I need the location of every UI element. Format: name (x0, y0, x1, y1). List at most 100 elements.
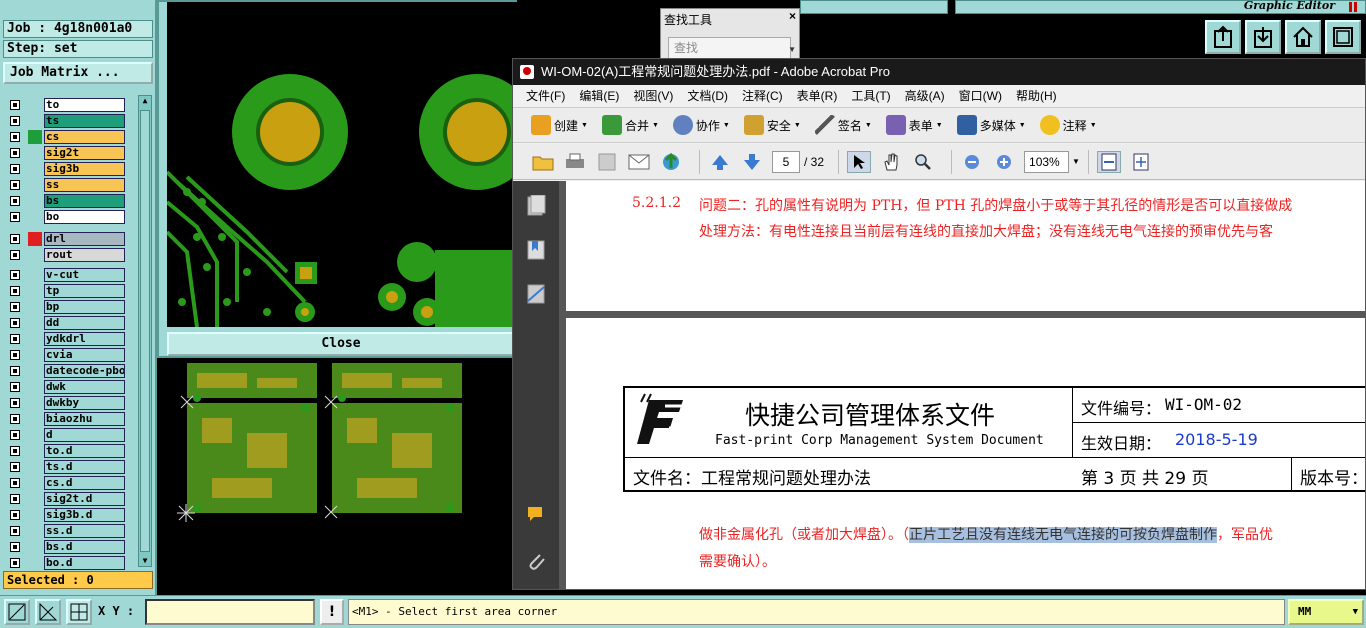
layer-name[interactable]: v-cut (44, 267, 125, 282)
layer-checkbox[interactable] (10, 285, 20, 296)
step-field[interactable]: Step: set (3, 40, 153, 58)
layer-checkbox[interactable] (10, 147, 20, 158)
layer-row-ts[interactable]: ts (5, 113, 125, 128)
zoom-tool-icon[interactable] (911, 151, 935, 173)
upload-web-icon[interactable] (659, 151, 683, 173)
board-panel-view[interactable] (157, 358, 517, 595)
layer-row-sig3b.d[interactable]: sig3b.d (5, 507, 125, 522)
menu-item-3[interactable]: 文档(D) (687, 85, 728, 107)
layer-name[interactable]: dwk (44, 379, 125, 394)
zoom-dropdown-icon[interactable]: ▼ (1072, 157, 1080, 166)
layer-name[interactable]: dwkby (44, 395, 125, 410)
layer-name[interactable]: ts (44, 113, 125, 128)
layer-name[interactable]: sig2t (44, 145, 125, 160)
layer-name[interactable]: bo.d (44, 555, 125, 570)
layer-row-sig3b[interactable]: sig3b (5, 161, 125, 176)
layer-name[interactable]: ss (44, 177, 125, 192)
menu-item-9[interactable]: 帮助(H) (1016, 85, 1057, 107)
secure-button[interactable]: 安全 ▼ (743, 115, 801, 135)
select-tool-icon[interactable] (847, 150, 872, 173)
layer-checkbox[interactable] (10, 131, 20, 142)
layer-name[interactable]: bs.d (44, 539, 125, 554)
layer-row-dwkby[interactable]: dwkby (5, 395, 125, 410)
layer-checkbox[interactable] (10, 397, 20, 408)
find-dropdown-icon[interactable]: ▼ (788, 45, 796, 54)
download-icon[interactable] (1245, 20, 1281, 54)
layer-name[interactable]: sig2t.d (44, 491, 125, 506)
zoom-out-icon[interactable] (960, 151, 984, 173)
menu-item-6[interactable]: 工具(T) (851, 85, 890, 107)
layer-row-dwk[interactable]: dwk (5, 379, 125, 394)
job-field[interactable]: Job : 4g18n001a0 (3, 20, 153, 38)
pause-icon[interactable] (1349, 2, 1357, 12)
layer-row-d[interactable]: d (5, 427, 125, 442)
layer-checkbox[interactable] (10, 349, 20, 360)
close-button[interactable]: Close (167, 332, 515, 356)
menu-item-7[interactable]: 高级(A) (905, 85, 945, 107)
layer-row-cvia[interactable]: cvia (5, 347, 125, 362)
layer-name[interactable]: to (44, 97, 125, 112)
forms-button[interactable]: 表单 ▼ (885, 115, 943, 135)
zoom-in-icon[interactable] (992, 151, 1016, 173)
snap-grid-icon[interactable] (66, 599, 92, 625)
scroll-thumb[interactable] (140, 110, 150, 552)
layer-row-ss.d[interactable]: ss.d (5, 523, 125, 538)
layer-name[interactable]: rout (44, 247, 125, 262)
layer-row-cs[interactable]: cs (5, 129, 125, 144)
layer-name[interactable]: bs (44, 193, 125, 208)
layer-checkbox[interactable] (10, 233, 20, 244)
pages-panel-icon[interactable] (526, 194, 546, 217)
zoom-level-input[interactable]: 103% (1024, 150, 1070, 173)
create-button[interactable]: 创建 ▼ (531, 115, 588, 135)
layer-name[interactable]: cs.d (44, 475, 125, 490)
hand-tool-icon[interactable] (879, 151, 903, 173)
email-icon[interactable] (627, 151, 651, 173)
layer-row-bo[interactable]: bo (5, 209, 125, 224)
document-view[interactable]: 5.2.1.2 问题二：孔的属性有说明为 PTH，但 PTH 孔的焊盘小于或等于… (559, 181, 1365, 589)
layer-name[interactable]: biaozhu (44, 411, 125, 426)
layer-row-bs[interactable]: bs (5, 193, 125, 208)
measure-icon[interactable] (35, 599, 61, 625)
layer-row-bo.d[interactable]: bo.d (5, 555, 125, 570)
scroll-down-icon[interactable]: ▼ (139, 556, 151, 566)
layer-checkbox[interactable] (10, 99, 20, 110)
layer-name[interactable]: bp (44, 299, 125, 314)
units-select[interactable]: MM ▼ (1288, 599, 1364, 625)
layer-row-dd[interactable]: dd (5, 315, 125, 330)
save-icon[interactable] (595, 151, 619, 173)
layer-name[interactable]: ydkdrl (44, 331, 125, 346)
layer-name[interactable]: bo (44, 209, 125, 224)
menu-item-5[interactable]: 表单(R) (797, 85, 838, 107)
page-number-input[interactable]: 5 (772, 150, 800, 173)
job-matrix-button[interactable]: Job Matrix ... (3, 62, 153, 84)
layer-checkbox[interactable] (10, 557, 20, 568)
layer-checkbox[interactable] (10, 317, 20, 328)
scroll-up-icon[interactable]: ▲ (139, 96, 151, 106)
layer-row-biaozhu[interactable]: biaozhu (5, 411, 125, 426)
layer-name[interactable]: ss.d (44, 523, 125, 538)
combine-button[interactable]: 合并 ▼ (601, 115, 659, 135)
home-icon[interactable] (1285, 20, 1321, 54)
layer-checkbox[interactable] (10, 115, 20, 126)
layer-row-bp[interactable]: bp (5, 299, 125, 314)
fit-width-icon[interactable] (1096, 150, 1121, 173)
prev-page-icon[interactable] (708, 151, 732, 173)
layer-checkbox[interactable] (10, 509, 20, 520)
layer-row-tp[interactable]: tp (5, 283, 125, 298)
attachments-panel-icon[interactable] (526, 549, 546, 571)
layer-row-ydkdrl[interactable]: ydkdrl (5, 331, 125, 346)
layer-row-rout[interactable]: rout (5, 247, 125, 262)
layer-row-cs.d[interactable]: cs.d (5, 475, 125, 490)
layer-checkbox[interactable] (10, 365, 20, 376)
menu-item-0[interactable]: 文件(F) (526, 85, 565, 107)
layer-row-drl[interactable]: drl (5, 231, 125, 246)
layer-row-sig2t[interactable]: sig2t (5, 145, 125, 160)
layer-checkbox[interactable] (10, 211, 20, 222)
comment-button[interactable]: 注释 ▼ (1039, 115, 1097, 135)
layer-name[interactable]: d (44, 427, 125, 442)
layer-name[interactable]: to.d (44, 443, 125, 458)
layer-row-to[interactable]: to (5, 97, 125, 112)
layer-name[interactable]: sig3b.d (44, 507, 125, 522)
sign-button[interactable]: 签名 ▼ (814, 115, 872, 135)
layer-checkbox[interactable] (10, 525, 20, 536)
